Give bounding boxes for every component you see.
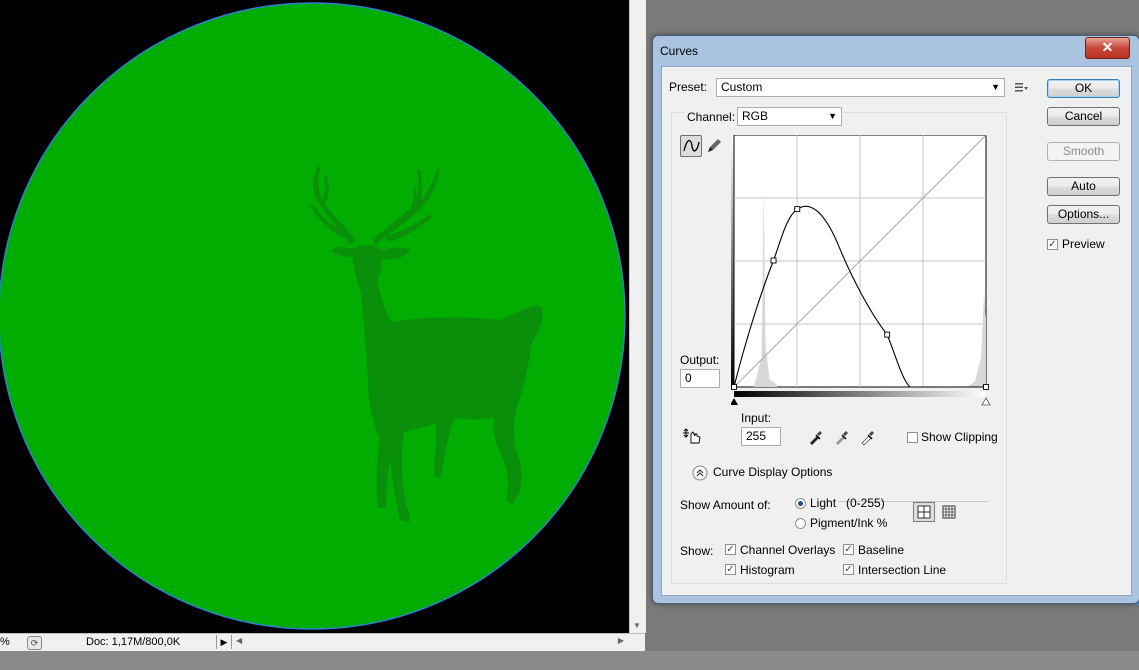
canvas-image [0,2,626,630]
hand-adjust-tool-icon[interactable] [682,428,704,446]
show-clipping-checkbox[interactable] [907,432,918,443]
scroll-down-arrow-icon[interactable]: ▼ [633,621,641,630]
chevron-down-icon: ▼ [828,111,837,121]
input-gradient-bar [734,391,986,397]
preview-checkbox[interactable]: ✓ [1047,239,1058,250]
detailed-grid-icon[interactable] [940,503,958,521]
preset-label: Preset: [669,80,708,94]
input-label: Input: [741,411,772,425]
channel-label: Channel: [685,110,738,124]
preset-options-icon[interactable] [1014,81,1028,93]
curve-control-point[interactable] [731,384,737,390]
histogram-label: Histogram [740,563,795,577]
collapse-options-icon[interactable] [692,465,708,481]
document-horizontal-scrollbar[interactable]: ◀ ▶ [234,635,624,649]
output-label: Output: [680,353,720,367]
smooth-button[interactable]: Smooth [1047,142,1120,161]
zoom-level[interactable]: % [0,636,10,648]
pencil-icon [708,139,721,152]
show-amount-label: Show Amount of: [680,498,771,512]
document-vertical-scrollbar[interactable]: ▼ [629,0,646,633]
scroll-left-arrow-icon[interactable]: ◀ [236,636,242,645]
cancel-button[interactable]: Cancel [1047,107,1120,126]
document-status-bar: % ⟳ Doc: 1,17M/800,0K ▶ ◀ ▶ [0,633,645,651]
curve-control-point[interactable] [794,206,801,213]
curves-dialog: Curves ✕ Preset: Custom ▼ OK Cancel Smoo… [652,35,1139,604]
curves-graph[interactable] [731,135,1001,415]
white-point-slider-icon[interactable] [981,397,991,406]
baseline-checkbox[interactable]: ✓ [843,544,854,555]
curve-display-options-heading: Curve Display Options [713,465,833,479]
input-field[interactable]: 255 [741,427,781,446]
auto-button[interactable]: Auto [1047,177,1120,196]
simple-grid-button[interactable] [913,502,935,522]
workspace-bottom-strip [0,651,1139,670]
intersection-line-label: Intersection Line [858,563,947,577]
chevron-down-icon: ▼ [991,82,1000,92]
output-field[interactable]: 0 [680,369,720,388]
baseline-label: Baseline [858,543,905,557]
curve-control-point[interactable] [884,331,891,338]
options-button[interactable]: Options... [1047,205,1120,224]
light-range-label: (0-255) [846,496,885,510]
close-button[interactable]: ✕ [1085,37,1130,59]
curve-control-point[interactable] [983,384,989,390]
pencil-tool-button[interactable] [704,135,726,157]
channel-overlays-label: Channel Overlays [740,543,836,557]
status-menu-arrow-icon[interactable]: ▶ [216,635,232,649]
show-clipping-label: Show Clipping [921,430,998,444]
light-radio[interactable] [795,498,806,509]
curve-edit-tool-button[interactable] [680,135,702,157]
channel-overlays-checkbox[interactable]: ✓ [725,544,736,555]
curve-control-point[interactable] [770,257,777,264]
scroll-right-arrow-icon[interactable]: ▶ [618,636,624,645]
white-eyedropper-icon[interactable] [860,429,876,445]
light-option-label: Light [810,496,837,510]
preset-select[interactable]: Custom ▼ [716,78,1005,97]
pigment-option-label: Pigment/Ink % [810,516,888,530]
black-point-slider-icon[interactable] [731,398,738,405]
gray-eyedropper-icon[interactable] [834,429,850,445]
preset-value: Custom [721,80,763,94]
dialog-client-area: Preset: Custom ▼ OK Cancel Smooth Auto O… [661,66,1132,596]
dialog-title-bar[interactable]: Curves ✕ [653,36,1139,64]
intersection-line-checkbox[interactable]: ✓ [843,564,854,575]
channel-value: RGB [742,109,769,123]
curve-tool-icon [683,139,700,152]
channel-select[interactable]: RGB ▼ [737,107,842,126]
document-canvas[interactable] [0,0,629,633]
simple-grid-icon [917,505,931,519]
show-label: Show: [680,544,714,558]
status-options-icon[interactable]: ⟳ [27,636,42,650]
preview-label: Preview [1062,237,1105,251]
document-info: Doc: 1,17M/800,0K [86,636,181,648]
histogram-checkbox[interactable]: ✓ [725,564,736,575]
ok-button[interactable]: OK [1047,79,1120,98]
dialog-title: Curves [660,44,699,58]
pigment-radio[interactable] [795,518,806,529]
black-eyedropper-icon[interactable] [808,429,824,445]
